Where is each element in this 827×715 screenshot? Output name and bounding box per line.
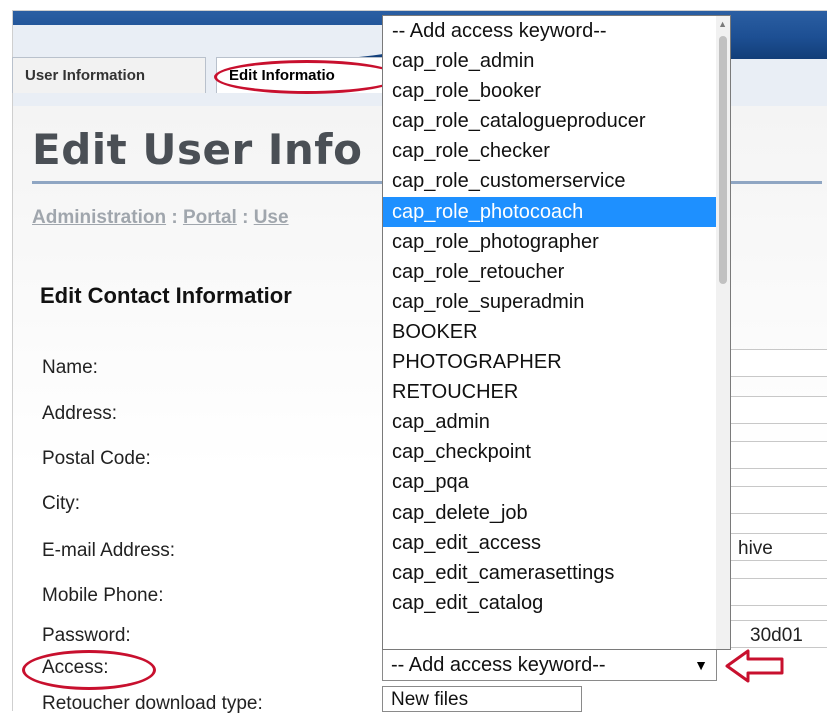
chevron-down-icon: ▼ (694, 657, 708, 673)
dropdown-option[interactable]: PHOTOGRAPHER (383, 347, 717, 377)
dropdown-option[interactable]: cap_checkpoint (383, 437, 717, 467)
email-input[interactable] (720, 533, 827, 561)
dropdown-option[interactable]: cap_admin (383, 407, 717, 437)
dropdown-option-highlighted[interactable]: cap_role_photocoach (383, 196, 717, 227)
city-input[interactable] (720, 486, 827, 514)
label-password: Password: (42, 625, 131, 646)
name-input[interactable] (720, 349, 827, 377)
dropdown-option[interactable]: cap_role_photographer (383, 227, 717, 257)
access-keyword-dropdown-list[interactable]: -- Add access keyword-- cap_role_admin c… (382, 15, 731, 650)
dropdown-options: -- Add access keyword-- cap_role_admin c… (383, 16, 717, 618)
dropdown-option[interactable]: -- Add access keyword-- (383, 16, 717, 46)
address-input[interactable] (720, 396, 827, 424)
tab-user-information[interactable]: User Information (12, 57, 206, 93)
dropdown-option[interactable]: cap_role_checker (383, 136, 717, 166)
dropdown-option[interactable]: cap_role_superadmin (383, 287, 717, 317)
email-value-fragment: hive (738, 538, 773, 559)
breadcrumb-portal[interactable]: Portal (183, 207, 237, 228)
access-select-value: -- Add access keyword-- (391, 654, 606, 676)
dropdown-option[interactable]: BOOKER (383, 317, 717, 347)
dropdown-option[interactable]: cap_pqa (383, 467, 717, 497)
label-address: Address: (42, 403, 117, 424)
page-title: Edit User Info (32, 125, 363, 174)
dropdown-option[interactable]: cap_role_customerservice (383, 166, 717, 196)
scroll-up-arrow-icon[interactable]: ▲ (718, 19, 727, 29)
dropdown-option[interactable]: cap_edit_camerasettings (383, 558, 717, 588)
label-retoucher-download-type: Retoucher download type: (42, 693, 263, 714)
access-keyword-select[interactable]: -- Add access keyword-- ▼ (382, 649, 717, 681)
dropdown-option[interactable]: cap_edit_catalog (383, 588, 717, 618)
section-title: Edit Contact Informatior (40, 283, 292, 308)
label-postal-code: Postal Code: (42, 448, 151, 469)
dropdown-option[interactable]: cap_role_catalogueproducer (383, 106, 717, 136)
download-type-value: New files (391, 689, 469, 710)
dropdown-option[interactable]: cap_delete_job (383, 498, 717, 528)
dropdown-option[interactable]: RETOUCHER (383, 377, 717, 407)
breadcrumb-separator: : (171, 207, 178, 228)
retoucher-download-type-select[interactable]: New files (382, 686, 582, 712)
dropdown-scrollbar[interactable]: ▲ (716, 16, 730, 649)
breadcrumb-separator: : (242, 207, 249, 228)
dropdown-option[interactable]: cap_role_retoucher (383, 257, 717, 287)
mobile-phone-input[interactable] (720, 578, 827, 606)
password-value-fragment: 30d01 (750, 625, 803, 646)
label-city: City: (42, 493, 80, 514)
scrollbar-thumb[interactable] (719, 36, 727, 284)
dropdown-option[interactable]: cap_role_booker (383, 76, 717, 106)
annotation-circle-edit-tab (214, 60, 400, 94)
breadcrumb-administration[interactable]: Administration (32, 207, 166, 228)
left-arrow-annotation-icon (725, 649, 784, 683)
breadcrumb-users[interactable]: Use (254, 207, 289, 228)
label-name: Name: (42, 357, 98, 378)
annotation-circle-access (22, 650, 156, 690)
breadcrumb: Administration : Portal : Use (32, 207, 289, 229)
dropdown-option[interactable]: cap_edit_access (383, 528, 717, 558)
label-mobile-phone: Mobile Phone: (42, 585, 164, 606)
label-email: E-mail Address: (42, 540, 176, 561)
dropdown-option[interactable]: cap_role_admin (383, 46, 717, 76)
postal-code-input[interactable] (720, 441, 827, 469)
